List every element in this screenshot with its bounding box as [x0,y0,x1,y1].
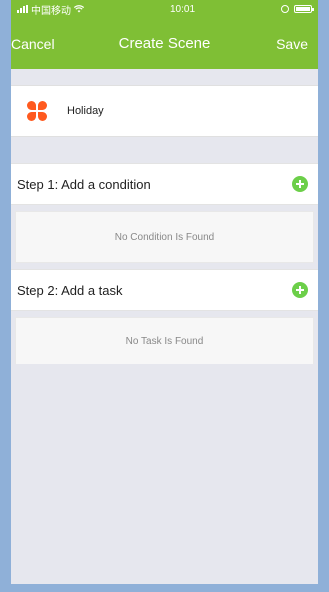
step-condition-row: Step 1: Add a condition [11,163,318,205]
status-right [281,5,314,13]
save-button[interactable]: Save [276,36,308,52]
empty-condition-placeholder: No Condition Is Found [15,211,314,263]
step-task-label: Step 2: Add a task [17,282,123,298]
rotation-lock-icon [281,5,289,13]
status-left: 中国移动 [17,2,84,17]
wifi-icon [74,5,84,13]
battery-icon [294,5,314,13]
nav-bar: Cancel Create Scene Save [11,18,318,69]
status-time: 10:01 [169,3,196,15]
signal-icon [17,5,28,13]
phone-screen: 中国移动 10:01 Cancel Create Scene Save Holi… [11,0,318,592]
add-task-button[interactable] [292,282,308,298]
condition-list: No Condition Is Found [11,205,318,269]
step-condition-label: Step 1: Add a condition [17,176,151,192]
clover-icon[interactable] [27,101,47,121]
carrier-name: 中国移动 [31,5,71,17]
scene-name[interactable]: Holiday [67,105,104,117]
empty-condition-text: No Condition Is Found [114,231,215,243]
empty-task-text: No Task Is Found [125,335,204,347]
scene-name-row[interactable]: Holiday [11,85,318,137]
task-list: No Task Is Found [11,311,318,364]
empty-task-placeholder: No Task Is Found [15,317,314,364]
page-title: Create Scene [118,35,211,52]
cancel-button[interactable]: Cancel [11,36,55,52]
add-condition-button[interactable] [292,176,308,192]
step-task-row: Step 2: Add a task [11,269,318,311]
status-bar: 中国移动 10:01 [11,0,318,18]
